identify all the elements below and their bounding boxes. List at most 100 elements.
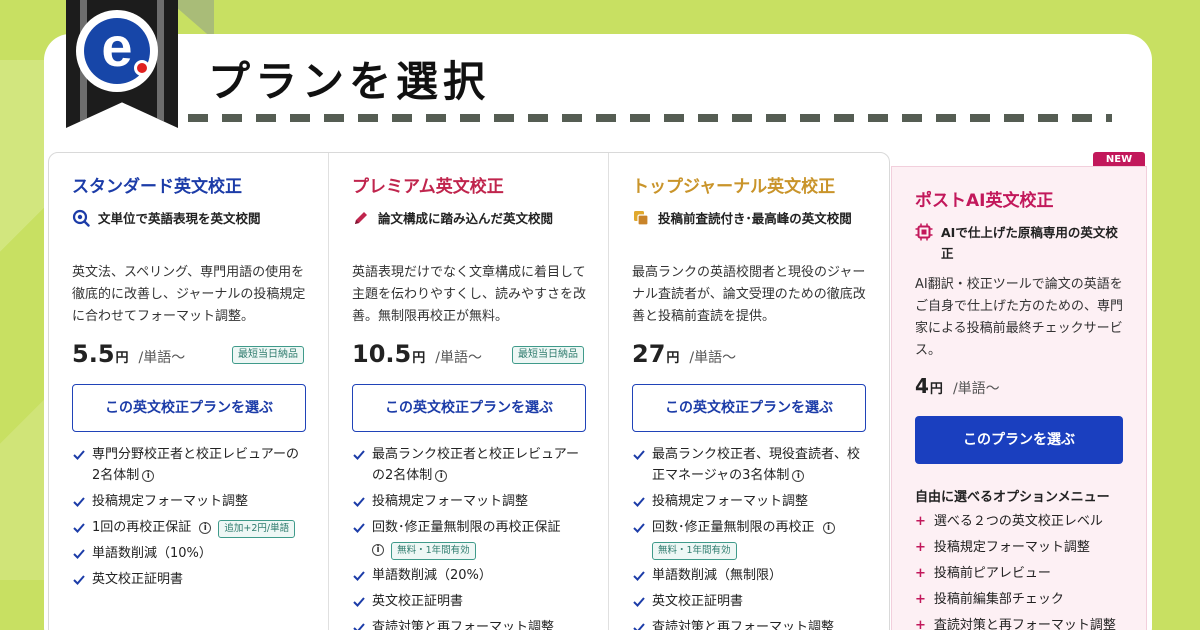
- check-icon: [353, 497, 365, 507]
- check-text: 1回の再校正保証: [92, 520, 192, 535]
- select-top-journal-button[interactable]: この英文校正プランを選ぶ: [632, 384, 866, 432]
- check-icon: [73, 575, 85, 585]
- list-item: 投稿規定フォーマット調整: [352, 491, 586, 512]
- options-list: + 選べる２つの英文校正レベル + 投稿規定フォーマット調整 + 投稿前ピアレビュー …: [915, 511, 1124, 630]
- check-text: 投稿規定フォーマット調整: [372, 494, 529, 509]
- plus-icon: +: [915, 618, 926, 630]
- check-icon: [73, 450, 85, 460]
- delivery-badge: 最短当日納品: [232, 346, 304, 364]
- select-premium-button[interactable]: この英文校正プランを選ぶ: [352, 384, 586, 432]
- plus-icon: +: [915, 592, 926, 607]
- info-icon[interactable]: i: [142, 470, 155, 482]
- plan-feature: 投稿前査読付き･最高峰の英文校閲: [632, 208, 867, 248]
- plan-feature: 論文構成に踏み込んだ英文校閲: [352, 208, 586, 248]
- list-item: + 投稿前編集部チェック: [915, 589, 1124, 610]
- check-text: 英文校正証明書: [92, 572, 184, 587]
- info-icon[interactable]: i: [435, 470, 448, 482]
- option-text: 投稿前ピアレビュー: [933, 566, 1051, 581]
- option-text: 投稿前編集部チェック: [933, 592, 1064, 607]
- dashed-divider: [188, 114, 1112, 122]
- plan-card-post-ai: ポストAI英文校正 AIで仕上げた原稿専用の英文校正 AI翻訳・校正ツールで論文…: [891, 166, 1147, 630]
- price-per: /単語〜: [952, 381, 1000, 397]
- logo-dot: [134, 60, 150, 76]
- check-icon: [633, 597, 645, 607]
- check-text: 回数･修正量無制限の再校正: [652, 520, 815, 535]
- info-icon[interactable]: i: [372, 544, 384, 556]
- list-item: 最高ランク校正者、現役査読者、校正マネージャの3名体制 i: [632, 444, 867, 486]
- price-unit: 円: [666, 351, 680, 366]
- price-unit: 円: [412, 351, 426, 366]
- list-item: 単語数削減（10%）: [72, 543, 306, 564]
- price-value: 27: [632, 340, 666, 368]
- price-per: /単語〜: [689, 350, 737, 366]
- plan-title: ポストAI英文校正: [915, 191, 1054, 211]
- plan-checklist: 専門分野校正者と校正レビュアーの2名体制 i 投稿規定フォーマット調整 1回の再校…: [72, 444, 306, 590]
- plan-description: 英語表現だけでなく文章構成に着目して主題を伝わりやすくし、読みやすさを改善。無制…: [352, 265, 587, 324]
- pencil-icon: [355, 212, 367, 224]
- check-icon: [353, 571, 365, 581]
- plan-price: 5.5 円 /単語〜 最短当日納品: [72, 340, 306, 370]
- check-text: 査読対策と再フォーマット調整: [652, 620, 835, 630]
- list-item: 専門分野校正者と校正レビュアーの2名体制 i: [72, 444, 306, 486]
- brand-logo[interactable]: e: [76, 10, 158, 92]
- check-text: 英文校正証明書: [372, 594, 464, 609]
- info-icon[interactable]: i: [822, 522, 835, 534]
- list-item: + 査読対策と再フォーマット調整: [915, 615, 1124, 630]
- plan-feature-text: 論文構成に踏み込んだ英文校閲: [378, 211, 554, 226]
- plan-card-standard: スタンダード英文校正 文単位で英語表現を英文校閲 英文法、スペリング、専門用語の…: [49, 153, 329, 630]
- check-icon: [353, 450, 365, 460]
- plan-title: プレミアム英文校正: [352, 177, 504, 197]
- check-text: 最高ランク校正者と校正レビュアーの2名体制: [372, 447, 579, 483]
- list-item: 英文校正証明書: [352, 591, 586, 612]
- plan-price: 4 円 /単語〜: [915, 374, 1124, 404]
- plus-icon: +: [915, 514, 926, 529]
- plus-icon: +: [915, 540, 926, 555]
- list-item: 査読対策と再フォーマット調整: [632, 617, 867, 630]
- plan-title: スタンダード英文校正: [72, 177, 242, 197]
- plan-price: 27 円 /単語〜: [632, 340, 867, 370]
- plan-checklist: 最高ランク校正者、現役査読者、校正マネージャの3名体制 i 投稿規定フォーマット調…: [632, 444, 867, 630]
- check-text: 投稿規定フォーマット調整: [92, 494, 249, 509]
- list-item: 単語数削減（無制限）: [632, 565, 867, 586]
- list-item: 回数･修正量無制限の再校正 i 無料・1年間有効: [632, 517, 867, 560]
- plan-feature-text: AIで仕上げた原稿専用の英文校正: [941, 225, 1118, 261]
- select-standard-button[interactable]: この英文校正プランを選ぶ: [72, 384, 306, 432]
- list-item: 投稿規定フォーマット調整: [72, 491, 306, 512]
- price-value: 4: [915, 374, 929, 398]
- option-tag: 無料・1年間有効: [391, 542, 476, 560]
- check-icon: [353, 523, 365, 533]
- plan-description: AI翻訳・校正ツールで論文の英語をご自身で仕上げた方のための、専門家による投稿前…: [915, 277, 1124, 358]
- price-value: 10.5: [352, 340, 412, 368]
- check-icon: [633, 497, 645, 507]
- option-tag: 追加+2円/単語: [218, 520, 296, 538]
- check-icon: [633, 571, 645, 581]
- info-icon[interactable]: i: [199, 522, 212, 534]
- check-icon: [353, 623, 365, 630]
- select-post-ai-button[interactable]: このプランを選ぶ: [915, 416, 1123, 464]
- plan-feature: AIで仕上げた原稿専用の英文校正: [915, 222, 1124, 264]
- check-icon: [73, 523, 85, 533]
- plus-icon: +: [915, 566, 926, 581]
- check-icon: [633, 523, 645, 533]
- plan-card-premium: プレミアム英文校正 論文構成に踏み込んだ英文校閲 英語表現だけでなく文章構成に着…: [329, 153, 609, 630]
- plan-card-top-journal: トップジャーナル英文校正 投稿前査読付き･最高峰の英文校閲 最高ランクの英語校閲…: [609, 153, 889, 630]
- price-unit: 円: [929, 382, 943, 397]
- check-icon: [73, 549, 85, 559]
- check-icon: [73, 497, 85, 507]
- plan-feature: 文単位で英語表現を英文校閲: [72, 208, 306, 248]
- check-text: 投稿規定フォーマット調整: [652, 494, 809, 509]
- list-item: 投稿規定フォーマット調整: [632, 491, 867, 512]
- list-item: + 選べる２つの英文校正レベル: [915, 511, 1124, 532]
- magnifier-eye-icon: [72, 209, 90, 227]
- check-icon: [353, 597, 365, 607]
- check-text: 単語数削減（無制限）: [652, 568, 783, 583]
- list-item: 1回の再校正保証 i 追加+2円/単語: [72, 517, 306, 538]
- price-per: /単語〜: [435, 350, 482, 366]
- plan-description: 英文法、スペリング、専門用語の使用を徹底的に改善し、ジャーナルの投稿規定に合わせ…: [72, 265, 306, 324]
- list-item: 英文校正証明書: [632, 591, 867, 612]
- info-icon[interactable]: i: [792, 470, 805, 482]
- plan-feature-text: 文単位で英語表現を英文校閲: [98, 211, 261, 226]
- delivery-badge: 最短当日納品: [512, 346, 584, 364]
- list-item: + 投稿前ピアレビュー: [915, 563, 1124, 584]
- check-text: 最高ランク校正者、現役査読者、校正マネージャの3名体制: [652, 447, 861, 483]
